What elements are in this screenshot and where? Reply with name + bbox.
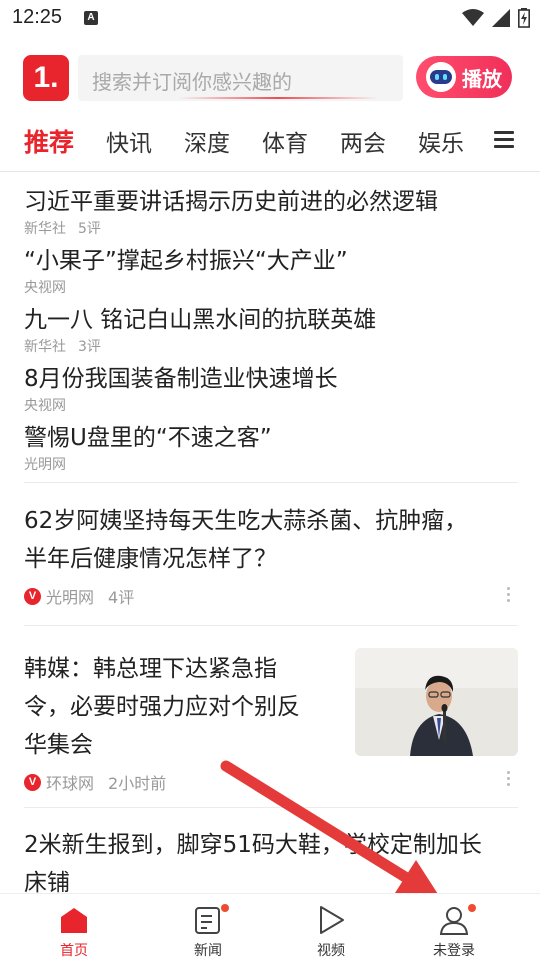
status-time: 12:25 xyxy=(12,6,63,28)
tab-sports[interactable]: 体育 xyxy=(262,124,308,158)
headline-item[interactable]: “小果子”撑起乡村振兴“大产业” 央视网 xyxy=(24,241,348,297)
article-item[interactable]: 2米新生报到，脚穿51码大鞋，学校定制加长 床铺 xyxy=(24,826,524,902)
article-meta: V 光明网 4评 xyxy=(24,584,518,608)
robot-icon xyxy=(426,62,456,92)
nav-news[interactable]: 新闻 xyxy=(158,894,258,960)
battery-icon xyxy=(518,8,530,28)
wifi-icon xyxy=(462,9,484,26)
user-icon xyxy=(439,907,469,935)
play-button[interactable]: 播放 xyxy=(416,56,512,98)
headline-title: 警惕U盘里的“不速之客” xyxy=(24,425,272,451)
signal-icon xyxy=(492,9,510,27)
source-badge-icon: V xyxy=(24,773,41,791)
search-placeholder: 搜索并订阅你感兴趣的 xyxy=(92,70,292,94)
headline-item[interactable]: 九一八 铭记白山黑水间的抗联英雄 新华社 3评 xyxy=(24,300,376,356)
divider xyxy=(24,625,518,626)
headline-title: 九一八 铭记白山黑水间的抗联英雄 xyxy=(24,307,377,333)
divider xyxy=(24,807,518,808)
source-badge-icon: V xyxy=(24,587,41,605)
article-title-line: 62岁阿姨坚持每天生吃大蒜杀菌、抗肿瘤， xyxy=(24,508,468,534)
tab-recommend[interactable]: 推荐 xyxy=(24,123,74,159)
article-title-line: 韩媒：韩总理下达紧急指 xyxy=(24,656,277,682)
article-source: 环球网 xyxy=(46,774,95,793)
article-thumbnail[interactable] xyxy=(355,648,518,756)
article-title-line: 2米新生报到，脚穿51码大鞋，学校定制加长 xyxy=(24,832,482,858)
news-icon xyxy=(195,907,220,934)
nav-profile[interactable]: 未登录 xyxy=(404,894,504,960)
headline-comments: 5评 xyxy=(78,221,101,237)
tab-entertainment[interactable]: 娱乐 xyxy=(418,124,464,158)
article-comments: 4评 xyxy=(108,588,135,607)
headline-title: 习近平重要讲话揭示历史前进的必然逻辑 xyxy=(24,189,438,215)
article-meta: V 环球网 2小时前 xyxy=(24,770,344,794)
status-icons xyxy=(462,8,530,28)
tab-depth[interactable]: 深度 xyxy=(184,124,230,158)
headline-comments: 3评 xyxy=(78,339,101,355)
headline-meta: 央视网 xyxy=(24,277,348,297)
headline-meta: 新华社 3评 xyxy=(24,336,376,356)
notification-icon: A xyxy=(84,11,98,25)
nav-home[interactable]: 首页 xyxy=(24,894,124,960)
headline-source: 新华社 xyxy=(24,221,66,237)
nav-label: 视频 xyxy=(317,943,345,959)
header: 1. 搜索并订阅你感兴趣的 播放 xyxy=(0,52,540,104)
tab-flash[interactable]: 快讯 xyxy=(106,124,152,158)
nav-label: 未登录 xyxy=(433,943,475,959)
headline-item[interactable]: 习近平重要讲话揭示历史前进的必然逻辑 新华社 5评 xyxy=(24,182,438,238)
video-play-icon xyxy=(320,906,344,934)
article-title-line: 半年后健康情况怎样了？ xyxy=(24,546,277,572)
article-title-line: 华集会 xyxy=(24,732,93,758)
article-thumbnail-image xyxy=(355,648,518,756)
news-notification-dot xyxy=(221,904,229,912)
headline-source: 新华社 xyxy=(24,339,66,355)
headline-item[interactable]: 警惕U盘里的“不速之客” 光明网 xyxy=(24,418,272,474)
headline-item[interactable]: 8月份我国装备制造业快速增长 央视网 xyxy=(24,359,338,415)
menu-icon[interactable] xyxy=(494,131,514,149)
nav-label: 首页 xyxy=(60,943,88,959)
headline-meta: 新华社 5评 xyxy=(24,218,438,238)
article-source: 光明网 xyxy=(46,588,95,607)
status-bar: 12:25 A xyxy=(0,0,540,36)
article-item[interactable]: 韩媒：韩总理下达紧急指 令，必要时强力应对个别反 华集会 V 环球网 2小时前 xyxy=(24,650,344,794)
headline-source: 央视网 xyxy=(24,280,66,296)
channel-tabs: 推荐 快讯 深度 体育 两会 娱乐 xyxy=(0,118,540,172)
play-label: 播放 xyxy=(462,66,502,91)
article-title-line: 令，必要时强力应对个别反 xyxy=(24,694,300,720)
more-options-icon[interactable] xyxy=(507,771,511,787)
nav-label: 新闻 xyxy=(194,943,222,959)
app-logo[interactable]: 1. xyxy=(23,55,69,101)
headline-meta: 央视网 xyxy=(24,395,338,415)
tab-two-sessions[interactable]: 两会 xyxy=(340,124,386,158)
headline-title: “小果子”撑起乡村振兴“大产业” xyxy=(24,248,348,274)
nav-video[interactable]: 视频 xyxy=(281,894,381,960)
profile-notification-dot xyxy=(468,904,476,912)
divider xyxy=(24,482,518,483)
headline-source: 央视网 xyxy=(24,398,66,414)
home-icon xyxy=(61,908,87,933)
bottom-nav: 首页 新闻 视频 未登录 xyxy=(0,893,540,960)
headline-meta: 光明网 xyxy=(24,454,272,474)
search-underline xyxy=(178,97,378,99)
article-time: 2小时前 xyxy=(108,774,167,793)
article-item[interactable]: 62岁阿姨坚持每天生吃大蒜杀菌、抗肿瘤， 半年后健康情况怎样了？ V 光明网 4… xyxy=(24,502,518,608)
headline-title: 8月份我国装备制造业快速增长 xyxy=(24,366,338,392)
headline-source: 光明网 xyxy=(24,457,66,473)
search-input[interactable]: 搜索并订阅你感兴趣的 xyxy=(78,55,403,101)
more-options-icon[interactable] xyxy=(507,587,511,603)
